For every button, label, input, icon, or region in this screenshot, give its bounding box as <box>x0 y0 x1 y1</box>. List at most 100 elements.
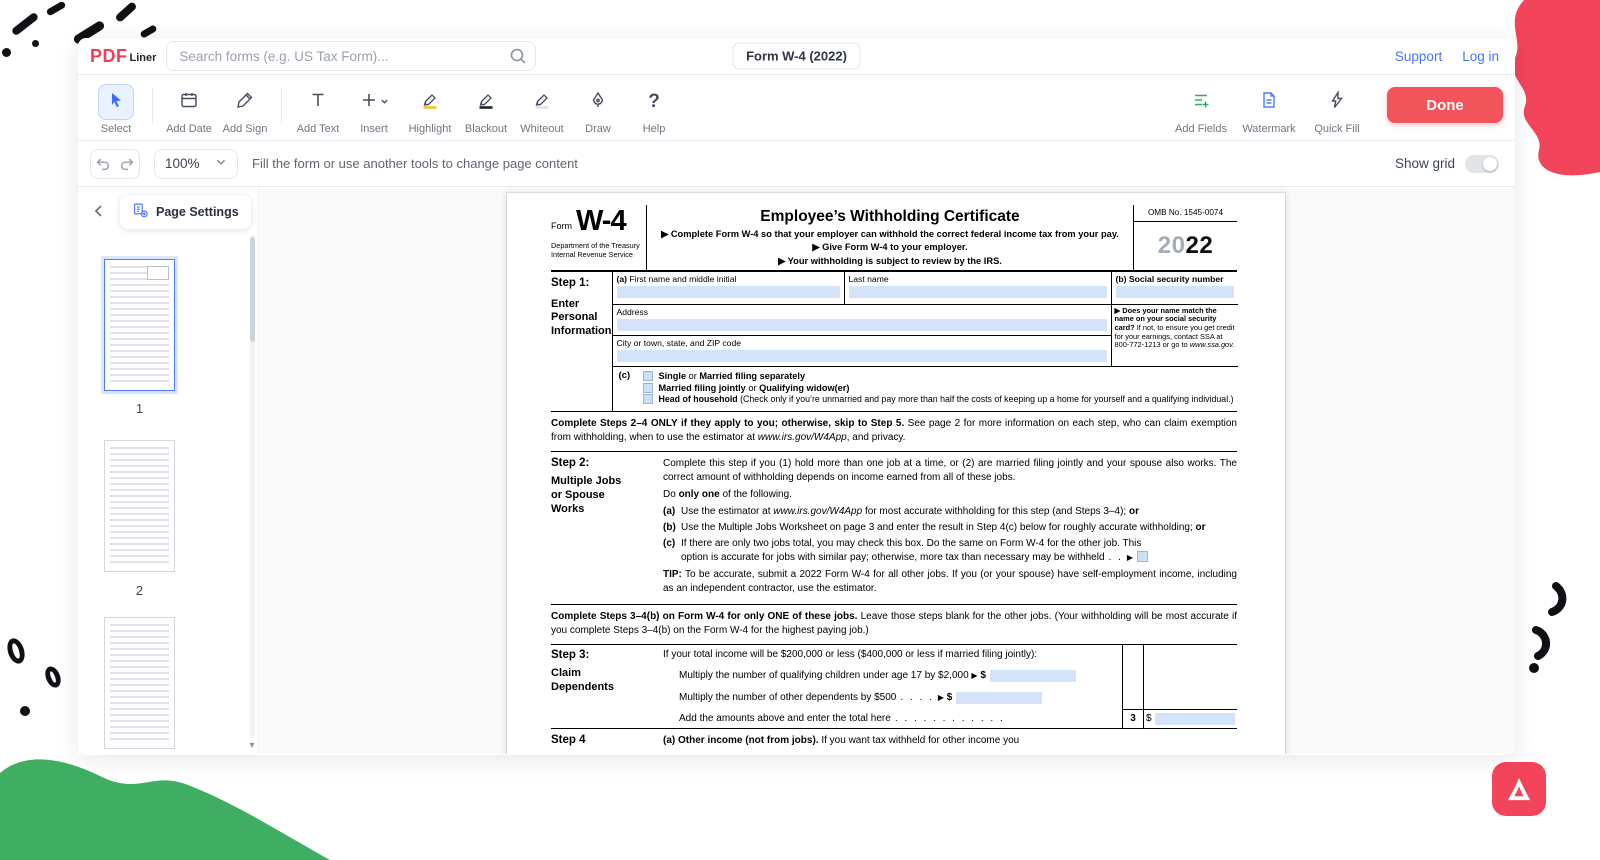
total-amount-field[interactable] <box>1155 713 1235 725</box>
children-amount-field[interactable] <box>990 670 1076 682</box>
address-field[interactable] <box>617 319 1107 331</box>
other-dependents-amount-field[interactable] <box>956 692 1042 704</box>
toolbar-divider <box>152 88 153 124</box>
whiteout-marker-icon <box>532 90 552 115</box>
support-link[interactable]: Support <box>1395 49 1442 64</box>
add-sign-label: Add Sign <box>223 123 268 135</box>
page-settings-label: Page Settings <box>156 205 239 219</box>
steps-3-4b-note: Complete Steps 3–4(b) on Form W-4 for on… <box>551 605 1237 645</box>
highlighter-icon <box>420 90 440 115</box>
toolbar-hint-text: Fill the form or use another tools to ch… <box>252 156 578 171</box>
page-number-2: 2 <box>104 583 175 598</box>
single-checkbox[interactable] <box>643 371 653 381</box>
add-date-button[interactable]: Add Date <box>161 84 217 135</box>
form-number: W-4 <box>576 207 626 235</box>
step2-do-only-one: Do only one of the following. <box>663 488 1237 502</box>
step4-option-a: (a) Other income (not from jobs). If you… <box>663 734 1237 748</box>
filing-status-single-row: Single or Married filing separately <box>643 371 1234 381</box>
step3-intro: If your total income will be $200,000 or… <box>663 645 1122 665</box>
step3-total-line: Add the amounts above and enter the tota… <box>663 709 1122 728</box>
steps-2-4-note: Complete Steps 2–4 ONLY if they apply to… <box>551 412 1237 452</box>
page-number-1: 1 <box>104 401 175 416</box>
w4-form-page: Form W-4 Department of the Treasury Inte… <box>506 192 1286 754</box>
page-thumbnail-3[interactable] <box>104 617 175 749</box>
step1-label: Step 1: <box>551 277 612 289</box>
add-fields-button[interactable]: Add Fields <box>1169 84 1233 135</box>
page-settings-button[interactable]: Page Settings <box>120 195 251 229</box>
document-canvas: Form W-4 Department of the Treasury Inte… <box>258 187 1515 754</box>
collapse-sidebar-button[interactable] <box>86 199 112 225</box>
married-jointly-checkbox[interactable] <box>643 383 653 393</box>
plus-icon <box>360 90 380 115</box>
dept-line2: Internal Revenue Service <box>551 250 633 259</box>
whiteout-button[interactable]: Whiteout <box>514 84 570 135</box>
step3-section: Step 3: Claim Dependents If your total i… <box>551 645 1237 729</box>
step1-label-column: Step 1: Enter Personal Information <box>551 272 612 411</box>
help-button[interactable]: ? Help <box>626 84 682 135</box>
cursor-icon <box>106 90 126 115</box>
login-link[interactable]: Log in <box>1462 49 1499 64</box>
quick-fill-button[interactable]: Quick Fill <box>1305 84 1369 135</box>
add-text-label: Add Text <box>297 123 340 135</box>
amount-column <box>1143 645 1237 709</box>
arrow-right-icon: ▶ <box>1127 553 1133 562</box>
highlight-label: Highlight <box>409 123 452 135</box>
search-icon <box>508 46 528 71</box>
add-text-button[interactable]: Add Text <box>290 84 346 135</box>
thumbnail-content <box>110 624 169 742</box>
blackout-button[interactable]: Blackout <box>458 84 514 135</box>
form-bullet-2: ▶ Give Form W-4 to your employer. <box>653 242 1127 253</box>
step2-label-column: Step 2: Multiple Jobs or Spouse Works <box>551 457 663 598</box>
select-tool-button[interactable]: Select <box>88 84 144 135</box>
two-jobs-checkbox[interactable] <box>1137 551 1148 562</box>
pages-sidebar: Page Settings 1 2 ▾ <box>78 187 258 754</box>
ssn-cell: (b) Social security number <box>1111 272 1238 304</box>
page-settings-icon <box>132 202 149 222</box>
filing-status-row: (c) Single or Married filing separately … <box>613 366 1238 411</box>
chevron-down-icon <box>380 93 389 111</box>
form-title-cell: Employee’s Withholding Certificate ▶ Com… <box>647 205 1133 270</box>
add-date-label: Add Date <box>166 123 212 135</box>
thumbnail-box <box>147 266 169 280</box>
step2-body: Complete this step if you (1) hold more … <box>663 457 1237 598</box>
chevron-left-icon <box>92 204 106 221</box>
toolbar-divider <box>281 88 282 124</box>
quick-fill-label: Quick Fill <box>1314 123 1359 135</box>
draw-button[interactable]: Draw <box>570 84 626 135</box>
watermark-button[interactable]: Watermark <box>1233 84 1305 135</box>
pdfliner-logo[interactable]: PDFLiner <box>90 47 156 65</box>
scroll-down-arrow[interactable]: ▾ <box>246 740 258 754</box>
top-links: Support Log in <box>1395 49 1499 64</box>
watermark-document-icon <box>1259 90 1279 115</box>
undo-button[interactable] <box>91 150 115 178</box>
filing-status-hoh-row: Head of household (Check only if you’re … <box>643 394 1234 404</box>
search-input[interactable] <box>166 41 536 71</box>
page-thumbnail-2[interactable] <box>104 440 175 572</box>
redo-button[interactable] <box>115 150 139 178</box>
blackout-marker-icon <box>476 90 496 115</box>
step3-label-column: Step 3: Claim Dependents <box>551 645 663 728</box>
page-thumbnail-1[interactable] <box>104 259 175 391</box>
last-name-field[interactable] <box>849 286 1107 298</box>
ink-marks-right <box>1526 580 1574 675</box>
form-bullet-1: ▶ Complete Form W-4 so that your employe… <box>653 229 1127 240</box>
document-title: Form W-4 (2022) <box>732 43 861 70</box>
ssn-field[interactable] <box>1116 286 1234 298</box>
first-name-field[interactable] <box>617 286 840 298</box>
last-name-cell: Last name <box>844 272 1111 304</box>
draw-label: Draw <box>585 123 611 135</box>
top-header: PDFLiner Form W-4 (2022) Support Log in <box>78 38 1515 75</box>
zoom-select[interactable]: 100% <box>154 149 238 179</box>
sidebar-scrollbar-thumb[interactable] <box>250 237 255 342</box>
whiteout-label: Whiteout <box>520 123 563 135</box>
insert-label: Insert <box>360 123 388 135</box>
head-of-household-checkbox[interactable] <box>643 394 653 404</box>
pdfliner-app-window: PDFLiner Form W-4 (2022) Support Log in … <box>78 38 1515 755</box>
signature-pen-icon <box>235 90 255 115</box>
city-field[interactable] <box>617 350 1107 362</box>
highlight-button[interactable]: Highlight <box>402 84 458 135</box>
insert-button[interactable]: Insert <box>346 84 402 135</box>
add-sign-button[interactable]: Add Sign <box>217 84 273 135</box>
show-grid-toggle[interactable] <box>1465 155 1499 173</box>
done-button[interactable]: Done <box>1387 87 1503 123</box>
